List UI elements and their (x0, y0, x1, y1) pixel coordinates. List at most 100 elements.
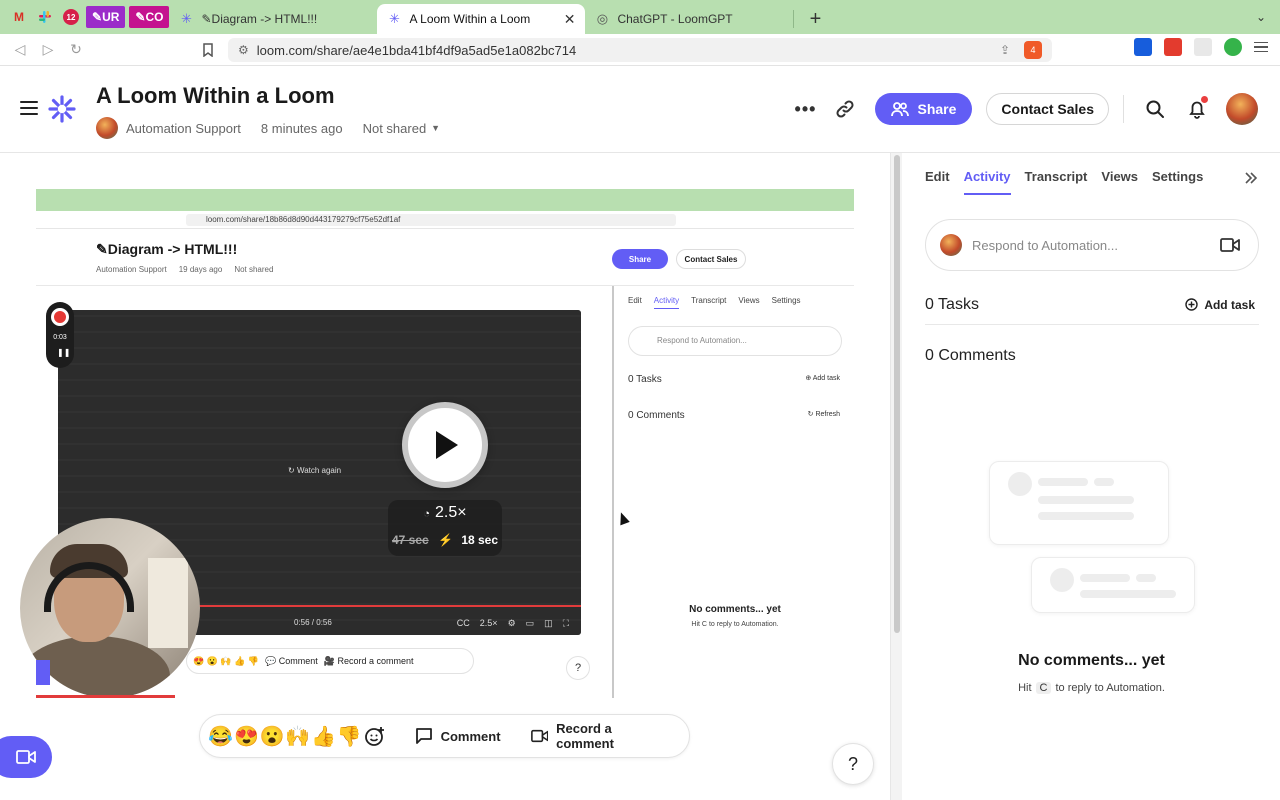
bitwarden-icon[interactable] (1134, 38, 1152, 56)
emoji-thumbs-down[interactable]: 👎 (336, 724, 362, 749)
add-reaction-icon[interactable] (362, 721, 389, 751)
tasks-count: 0 Tasks (925, 295, 979, 313)
badge-count: 12 (63, 9, 79, 25)
comment-label: Comment (440, 728, 501, 744)
profile-icon[interactable] (1224, 38, 1242, 56)
add-task-button[interactable]: Add task (1185, 298, 1255, 312)
play-button[interactable] (402, 402, 488, 488)
no-comments-heading: No comments... yet (1018, 652, 1165, 669)
emoji-thumbs-up[interactable]: 👍 (311, 724, 337, 749)
nested-sidebar: Edit Activity Transcript Views Settings … (612, 286, 854, 698)
emoji-wow[interactable]: 😮 (259, 724, 285, 749)
user-avatar[interactable] (1226, 93, 1258, 125)
lightning-icon: ⚡ (438, 533, 453, 547)
record-video-button[interactable] (0, 736, 52, 778)
back-icon[interactable]: ◁ (6, 36, 34, 64)
share-page-icon[interactable]: ⇪ (1000, 43, 1010, 57)
record-comment-button[interactable]: Record a comment (530, 721, 659, 751)
chevron-down-icon[interactable]: ⌄ (1256, 10, 1266, 24)
main-scrollbar[interactable] (890, 153, 902, 800)
nested-add-task: ⊕ Add task (805, 375, 840, 382)
emoji-laugh[interactable]: 😂 (208, 724, 234, 749)
pinned-tabs: M 12 ✎ UR ✎ CO (0, 0, 170, 34)
brave-shield-icon[interactable]: 4 (1024, 41, 1042, 59)
tab-settings[interactable]: Settings (1152, 169, 1203, 195)
ur-pinned-tab[interactable]: ✎ UR (86, 6, 126, 28)
tab-loom-within-loom[interactable]: ✳ A Loom Within a Loom ✕ (377, 4, 586, 34)
tab-title: A Loom Within a Loom (409, 12, 531, 26)
contact-sales-button[interactable]: Contact Sales (986, 93, 1109, 125)
extensions (1134, 38, 1268, 56)
respond-input[interactable]: Respond to Automation... (925, 219, 1259, 271)
copy-link-icon[interactable] (833, 97, 857, 121)
nested-address-bar: loom.com/share/18b86d8d90d443179279cf75e… (36, 211, 854, 229)
comment-button[interactable]: Comment (415, 727, 501, 745)
video-camera-icon[interactable] (1220, 237, 1240, 253)
nested-page-header: ✎Diagram -> HTML!!! Automation Support 1… (36, 229, 854, 286)
url-field[interactable]: ⚙ loom.com/share/ae4e1bda41bf4df9a5ad5e1… (228, 38, 1052, 62)
divider (1123, 95, 1124, 123)
empty-state-illustration (989, 461, 1169, 545)
speed-rate: 2.5× (435, 504, 467, 521)
more-options-icon[interactable]: ••• (791, 99, 819, 120)
co-label: CO (145, 10, 164, 24)
hamburger-menu-icon[interactable] (20, 101, 38, 115)
nested-time: 19 days ago (178, 265, 223, 274)
notifications-bell-icon[interactable] (1184, 96, 1210, 122)
co-pinned-tab[interactable]: ✎ CO (129, 6, 170, 28)
loom-logo-icon[interactable] (48, 95, 76, 123)
hint-prefix: Hit (1018, 682, 1032, 694)
video-progress-bar[interactable] (36, 695, 175, 698)
puzzle-icon[interactable] (1194, 38, 1212, 56)
playback-speed-badge[interactable]: ◔ 2.5× 47 sec ⚡ 18 sec (388, 500, 502, 556)
reload-icon[interactable]: ↻ (62, 36, 90, 64)
settings-icon: ⚙ (507, 618, 516, 628)
emoji-heart-eyes[interactable]: 😍 (234, 724, 260, 749)
owner-avatar[interactable] (96, 117, 118, 139)
emoji-raised-hands[interactable]: 🙌 (285, 724, 311, 749)
nested-url: loom.com/share/18b86d8d90d443179279cf75e… (186, 214, 676, 226)
captions-icon: CC (456, 618, 470, 628)
help-button[interactable]: ? (832, 743, 874, 785)
page-header: A Loom Within a Loom Automation Support … (0, 67, 1280, 153)
nested-controls: CC 2.5× ⚙ ▭ ◫ ⛶ (457, 618, 569, 629)
tab-diagram[interactable]: ✳ ✎Diagram -> HTML!!! (169, 4, 377, 34)
tasks-section: 0 Tasks Add task (925, 285, 1259, 325)
nested-help: ? (566, 656, 590, 680)
close-tab-icon[interactable]: ✕ (564, 11, 576, 28)
nested-rate: 2.5× (479, 618, 498, 628)
browser-menu-icon[interactable] (1254, 41, 1268, 53)
tab-views[interactable]: Views (1101, 169, 1138, 195)
visibility-dropdown[interactable]: Not shared ▼ (363, 121, 441, 136)
comments-count: 0 Comments (925, 347, 1016, 364)
empty-state-illustration-second (1031, 557, 1195, 613)
keyboard-key: C (1035, 682, 1052, 694)
nested-watch-again: ↻ Watch again (288, 466, 342, 475)
nested-share-button: Share (612, 249, 668, 269)
collapse-sidebar-icon[interactable] (1244, 171, 1258, 188)
stop-record-icon (51, 308, 69, 326)
tab-separator (793, 10, 795, 28)
extension-icon[interactable] (1164, 38, 1182, 56)
site-info-icon[interactable]: ⚙ (238, 43, 249, 57)
bookmark-icon[interactable] (194, 36, 222, 64)
slack-pinned-tab[interactable] (34, 6, 56, 28)
new-tab-icon[interactable]: + (800, 4, 830, 34)
scrollbar-thumb[interactable] (894, 155, 900, 633)
play-icon (436, 431, 458, 459)
notification-pinned-tab[interactable]: 12 (60, 6, 82, 28)
slack-icon (39, 11, 51, 23)
share-button[interactable]: Share (875, 93, 973, 125)
tab-activity[interactable]: Activity (963, 169, 1011, 195)
forward-icon[interactable]: ▷ (34, 36, 62, 64)
tab-chatgpt[interactable]: ◎ ChatGPT - LoomGPT (585, 4, 793, 34)
add-task-label: Add task (1204, 297, 1255, 312)
owner-name[interactable]: Automation Support (126, 121, 241, 136)
gmail-pinned-tab[interactable]: M (8, 6, 30, 28)
nested-contact-sales-button: Contact Sales (676, 249, 746, 269)
nested-no-comments: No comments... yet (689, 604, 781, 615)
theater-icon: ▭ (525, 618, 535, 628)
tab-edit[interactable]: Edit (925, 169, 950, 195)
search-icon[interactable] (1142, 96, 1168, 122)
tab-transcript[interactable]: Transcript (1025, 169, 1088, 195)
